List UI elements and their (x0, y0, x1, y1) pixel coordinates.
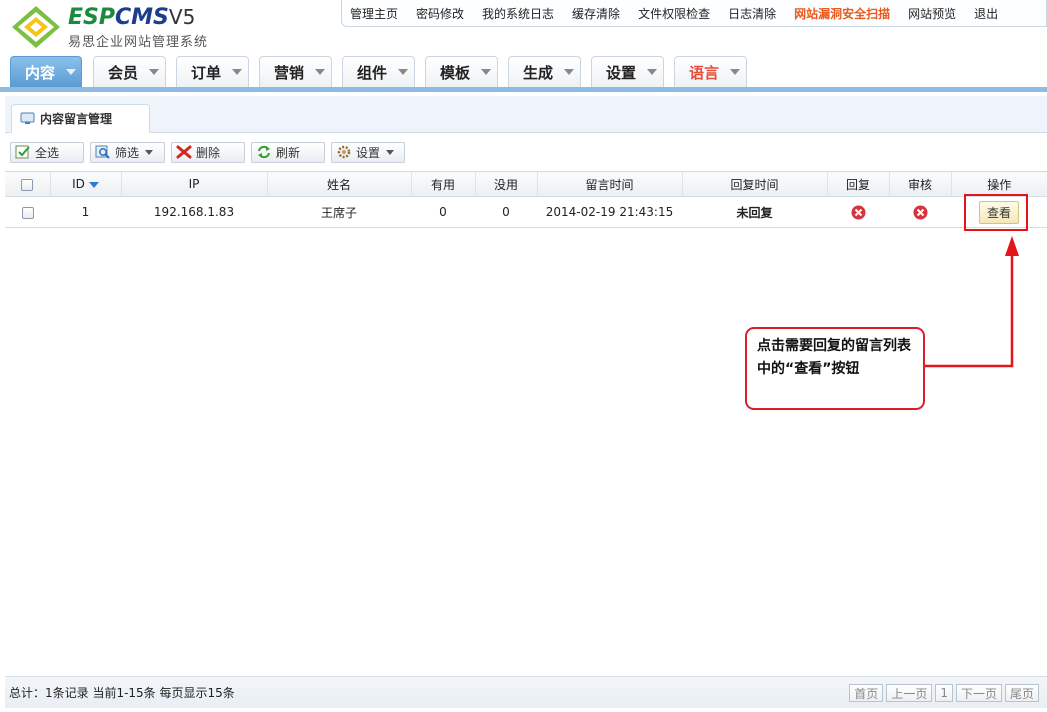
audit-status-x-icon[interactable] (913, 205, 928, 220)
highlight-box (964, 194, 1028, 231)
header-audit: 审核 (889, 171, 952, 197)
reply-status-x-icon[interactable] (851, 205, 866, 220)
settings-button[interactable]: 设置 (331, 141, 405, 163)
refresh-icon (258, 145, 270, 159)
cell-audit (889, 196, 951, 228)
annotation-callout: 点击需要回复的留言列表中的“查看”按钮 (745, 327, 925, 410)
sort-desc-icon (88, 181, 99, 188)
chevron-down-icon (478, 66, 496, 78)
cell-name: 王席子 (267, 196, 411, 228)
header-ip: IP (121, 171, 268, 197)
cell-useful: 0 (411, 196, 475, 228)
brand-subtitle: 易思企业网站管理系统 (68, 35, 209, 50)
brand-name: ESPCMSV5 (68, 5, 196, 30)
filter-button[interactable]: 筛选 (90, 141, 165, 163)
topnav-clear-cache[interactable]: 缓存清除 (572, 5, 620, 22)
header-reply: 回复 (827, 171, 890, 197)
gear-icon (337, 145, 351, 159)
topnav-password[interactable]: 密码修改 (416, 5, 464, 22)
footer: 总计：1条记录 当前1-15条 每页显示15条 首页 上一页 1 下一页 尾页 (5, 676, 1047, 708)
record-summary: 总计：1条记录 当前1-15条 每页显示15条 (9, 686, 235, 700)
header-reply-time: 回复时间 (682, 171, 828, 197)
cell-message-time: 2014-02-19 21:43:15 (537, 196, 682, 228)
delete-icon (176, 145, 192, 159)
pager-prev[interactable]: 上一页 (886, 684, 933, 702)
menu-tab-generate[interactable]: 生成 (508, 56, 581, 87)
page-tab-label: 内容留言管理 (40, 112, 113, 126)
pager-first[interactable]: 首页 (849, 684, 884, 702)
header-message-time: 留言时间 (537, 171, 683, 197)
topnav-preview[interactable]: 网站预览 (908, 5, 956, 22)
dropdown-arrow-icon (386, 149, 395, 155)
chevron-down-icon (395, 66, 413, 78)
toolbar: 全选 筛选 删除 刷新 设置 (5, 134, 1047, 170)
pager-next[interactable]: 下一页 (955, 684, 1002, 702)
cell-useless: 0 (475, 196, 537, 228)
topnav-my-log[interactable]: 我的系统日志 (482, 5, 554, 22)
chevron-down-icon (63, 66, 81, 78)
dropdown-arrow-icon (145, 149, 154, 155)
top-navigation: 管理主页 密码修改 我的系统日志 缓存清除 文件权限检查 日志清除 网站漏洞安全… (341, 0, 1047, 27)
table-row: 1 192.168.1.83 王席子 0 0 2014-02-19 21:43:… (5, 196, 1047, 228)
main-menu: 内容 会员 订单 营销 组件 模板 生成 设置 语言 (0, 56, 1047, 88)
menu-tab-members[interactable]: 会员 (93, 56, 166, 87)
pagination: 首页 上一页 1 下一页 尾页 (846, 684, 1039, 702)
menu-tab-language[interactable]: 语言 (674, 56, 747, 87)
page-tab-message-management[interactable]: 内容留言管理 (11, 104, 150, 133)
chevron-down-icon (727, 66, 745, 78)
espcms-logo-icon (12, 6, 60, 48)
cell-ip: 192.168.1.83 (121, 196, 267, 228)
menu-tab-orders[interactable]: 订单 (176, 56, 249, 87)
delete-button[interactable]: 删除 (171, 141, 245, 163)
topnav-security-scan[interactable]: 网站漏洞安全扫描 (794, 5, 890, 22)
topnav-clear-log[interactable]: 日志清除 (728, 5, 776, 22)
table-header-row: ID IP 姓名 有用 没用 留言时间 回复时间 回复 审核 操作 (5, 171, 1047, 197)
menu-tab-components[interactable]: 组件 (342, 56, 415, 87)
row-checkbox[interactable] (21, 206, 34, 219)
chevron-down-icon (644, 66, 662, 78)
pager-page-1[interactable]: 1 (935, 684, 953, 702)
message-table: ID IP 姓名 有用 没用 留言时间 回复时间 回复 审核 操作 1 192.… (5, 171, 1047, 228)
topnav-home[interactable]: 管理主页 (350, 5, 398, 22)
select-all-button[interactable]: 全选 (10, 141, 84, 163)
header-useless: 没用 (475, 171, 538, 197)
pager-last[interactable]: 尾页 (1004, 684, 1039, 702)
refresh-button[interactable]: 刷新 (251, 141, 325, 163)
menu-tab-templates[interactable]: 模板 (425, 56, 498, 87)
filter-icon (95, 145, 110, 159)
topnav-file-permission[interactable]: 文件权限检查 (638, 5, 710, 22)
menu-tab-marketing[interactable]: 营销 (259, 56, 332, 87)
chevron-down-icon (229, 66, 247, 78)
header-checkbox-cell (5, 171, 51, 197)
menu-tab-settings[interactable]: 设置 (591, 56, 664, 87)
header-useful: 有用 (411, 171, 476, 197)
select-all-checkbox[interactable] (21, 178, 34, 191)
cell-reply-time: 未回复 (682, 196, 827, 228)
select-all-icon (15, 145, 30, 159)
row-checkbox-cell (5, 196, 50, 228)
header: ESPCMSV5 易思企业网站管理系统 管理主页 密码修改 我的系统日志 缓存清… (0, 0, 1047, 56)
topnav-logout[interactable]: 退出 (974, 5, 998, 22)
cell-reply (827, 196, 889, 228)
chevron-down-icon (312, 66, 330, 78)
header-name: 姓名 (267, 171, 412, 197)
chevron-down-icon (146, 66, 164, 78)
menu-bar-divider (0, 87, 1047, 92)
cell-id: 1 (50, 196, 121, 228)
monitor-icon (20, 112, 35, 124)
header-action: 操作 (951, 171, 1047, 197)
menu-tab-content[interactable]: 内容 (10, 56, 82, 87)
page-tab-bar: 内容留言管理 (5, 96, 1047, 133)
chevron-down-icon (561, 66, 579, 78)
header-id[interactable]: ID (50, 171, 122, 197)
